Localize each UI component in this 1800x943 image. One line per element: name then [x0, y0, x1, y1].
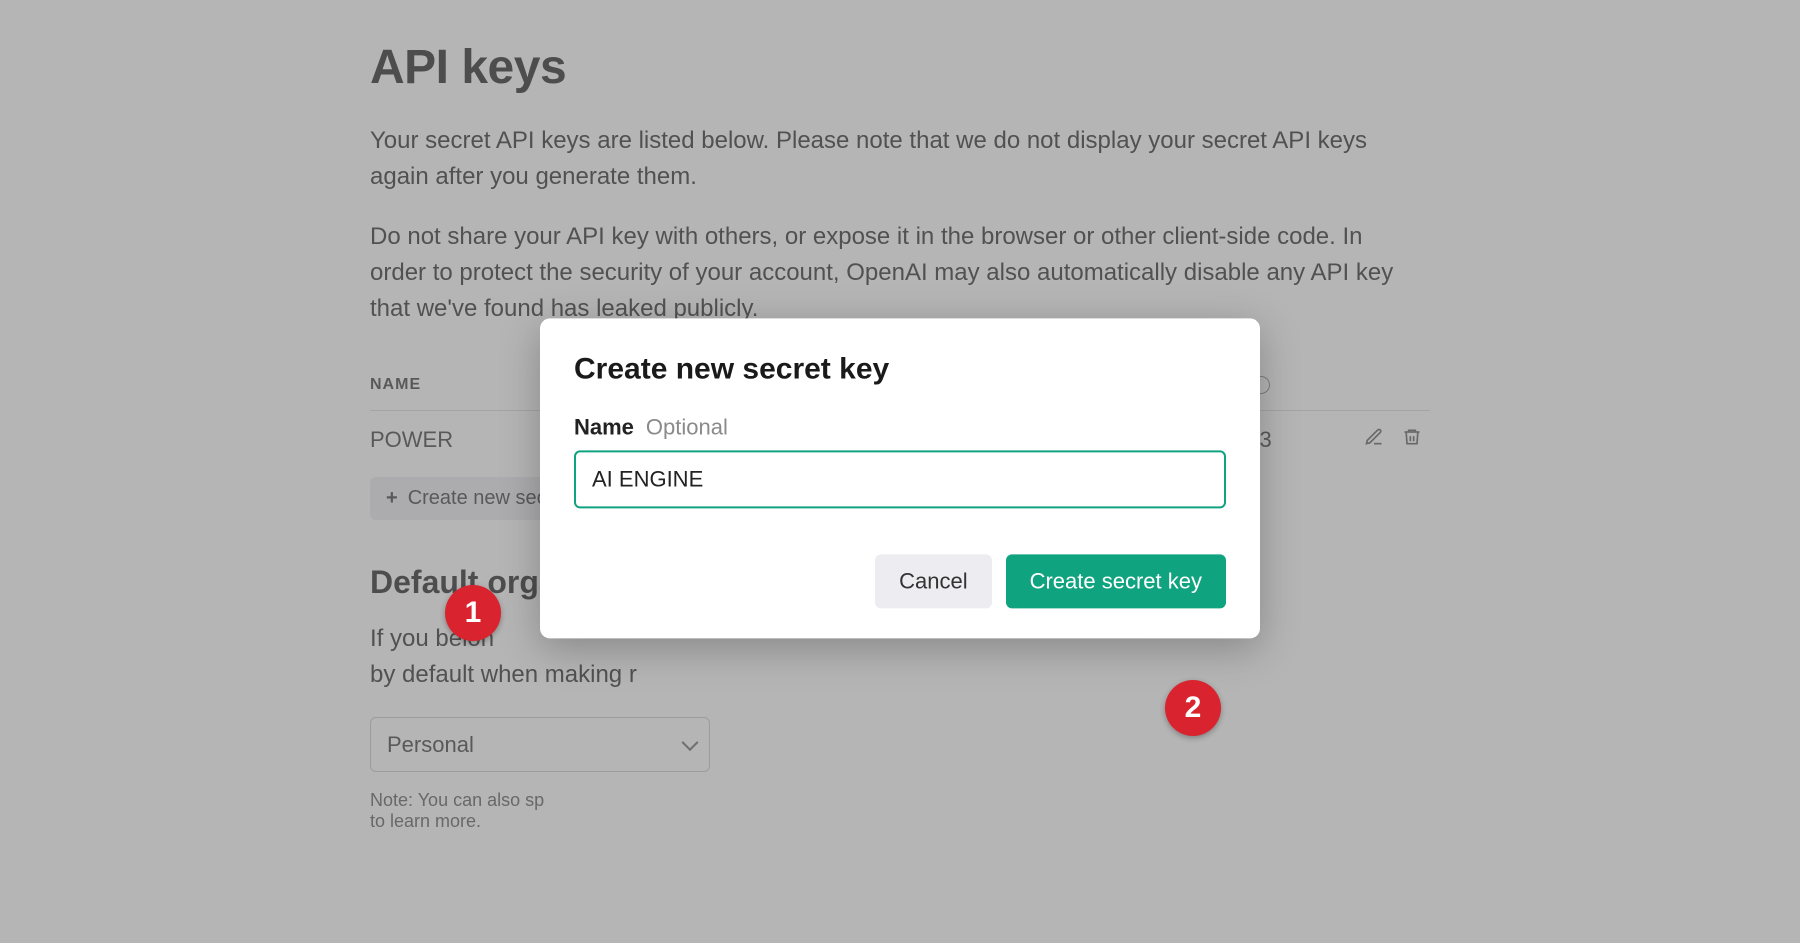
name-field-label: Name — [574, 414, 634, 440]
name-field-optional: Optional — [646, 414, 728, 440]
modal-title: Create new secret key — [574, 352, 1226, 386]
key-name-input[interactable] — [574, 450, 1226, 508]
callout-1: 1 — [445, 585, 501, 641]
create-secret-key-button[interactable]: Create secret key — [1006, 554, 1226, 608]
cancel-button[interactable]: Cancel — [875, 554, 991, 608]
callout-2: 2 — [1165, 680, 1221, 736]
create-key-modal: Create new secret key Name Optional Canc… — [540, 318, 1260, 638]
